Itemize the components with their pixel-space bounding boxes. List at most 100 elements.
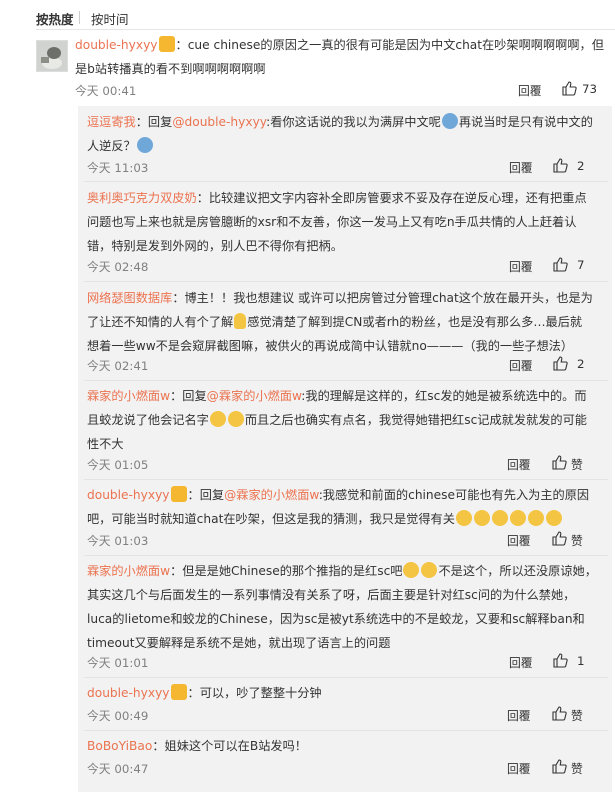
reply-text: ：回复 (187, 488, 225, 502)
reply-button[interactable]: 回覆 (507, 760, 531, 777)
reply-username[interactable]: 网络瑟图数据库 (87, 291, 172, 305)
reply-item: 霖家的小燃面w：回复@霖家的小燃面w:我的理解是这样的，红sc发的她是被系统选中… (87, 384, 607, 456)
thumbs-up-icon[interactable] (552, 256, 568, 272)
comment-text-line1: ：cue chinese的原因之一真的很有可能是因为中文chat在吵架啊啊啊啊啊… (175, 38, 604, 52)
reply-item: double-hyxyy ：可以，吵了整整十分钟 (87, 681, 607, 705)
reply-text: 而且之后也确实有点名，我觉得她错把红sc记成就发就发的可能 (244, 413, 587, 427)
sort-divider (79, 11, 80, 24)
thumbs-up-icon[interactable] (551, 454, 567, 470)
thumbs-up-icon[interactable] (551, 705, 567, 721)
like-count: 1 (577, 654, 585, 668)
doge-emoji-icon (441, 113, 458, 129)
mention-link[interactable]: @霖家的小燃面w (207, 389, 302, 403)
reply-item: 奥利奥巧克力双皮奶：比较建议把文字内容补全即房管要求不妥及存在逆反心理，还有把重… (87, 186, 607, 258)
cry-emoji-icon (545, 510, 562, 526)
reply-button[interactable]: 回覆 (509, 159, 533, 176)
like-count: 2 (577, 159, 585, 173)
thumbs-up-icon[interactable] (551, 530, 567, 546)
reply-button[interactable]: 回覆 (509, 654, 533, 671)
reply-button[interactable]: 回覆 (507, 456, 531, 473)
reply-text: ：但是是她Chinese的那个推指的是红sc吧 (170, 564, 403, 578)
reply-username[interactable]: double-hyxyy (87, 686, 170, 700)
laugh-emoji-icon (209, 411, 226, 427)
cry-emoji-icon (509, 510, 526, 526)
reply-text: 错，特别是发到外网的，别人巴不得你有把柄。 (87, 239, 343, 253)
like-label[interactable]: 赞 (571, 707, 583, 724)
reply-text: 其实这几个与后面发生的一系列事情没有关系了呀，后面主要是针对红sc问的为什么禁她… (87, 588, 576, 602)
fan-badge-icon (170, 486, 187, 502)
sort-by-time-tab[interactable]: 按时间 (91, 9, 129, 28)
reply-time: 今天 11:03 (87, 161, 149, 175)
reply-text: 问题也写上来也就是房管臆断的xsr和不友善，你这一发马上又有吃n手瓜共情的人上赶… (87, 215, 577, 229)
thumbs-up-icon[interactable] (561, 80, 577, 96)
comment-time: 今天 00:41 (75, 84, 137, 98)
reply-text: 不是这个，所以还没原谅她， (438, 564, 597, 578)
reply-username[interactable]: double-hyxyy (87, 488, 170, 502)
sort-bar: 按热度 按时间 (0, 0, 615, 36)
reply-time: 今天 00:47 (87, 762, 149, 776)
laugh-emoji-icon (227, 411, 244, 427)
fan-badge-icon (158, 36, 175, 52)
laugh-cry-emoji-icon (421, 562, 438, 578)
doge-emoji-icon (136, 137, 153, 153)
reply-button[interactable]: 回覆 (509, 258, 533, 275)
comment-text-line2: 是b站转播真的看不到啊啊啊啊啊啊 (75, 62, 266, 76)
reply-text: ：回复 (135, 115, 173, 129)
reply-text: ：博主！！我也想建议 或许可以把房管过分管理chat这个放在最开头，也是为 (172, 291, 593, 305)
avatar[interactable] (36, 40, 68, 72)
reply-time: 今天 02:41 (87, 359, 149, 373)
like-label[interactable]: 赞 (571, 760, 583, 777)
cry-emoji-icon (527, 510, 544, 526)
thumbs-up-icon[interactable] (552, 355, 568, 371)
reply-text: 感觉清楚了解到提CN或者rh的粉丝，也是没有那么多…最后就 (247, 315, 583, 329)
like-count: 73 (582, 82, 598, 96)
reply-divider (84, 555, 608, 556)
reply-divider (84, 730, 608, 731)
reply-divider (84, 181, 608, 182)
reply-text: :我的理解是这样的，红sc发的她是被系统选中的。而 (301, 389, 587, 403)
reply-time: 今天 01:05 (87, 458, 149, 472)
cry-emoji-icon (455, 510, 472, 526)
reply-button[interactable]: 回覆 (507, 707, 531, 724)
reply-username[interactable]: 霖家的小燃面w (87, 389, 170, 403)
reply-text: timeout又要解释是系统不是她，就出现了语言上的问题 (87, 636, 391, 650)
thumbs-up-icon[interactable] (552, 652, 568, 668)
like-count: 7 (577, 258, 585, 272)
reply-button[interactable]: 回覆 (518, 82, 542, 99)
thumbs-up-icon[interactable] (551, 758, 567, 774)
reply-text: luca的lietome和蛟龙的Chinese，因为sc是被yt系统选中的不是蛟… (87, 612, 585, 626)
reply-text: ：可以，吵了整整十分钟 (187, 686, 322, 700)
thumbs-up-icon[interactable] (552, 157, 568, 173)
sort-by-hot-tab[interactable]: 按热度 (36, 9, 74, 28)
reply-username[interactable]: 奥利奥巧克力双皮奶 (87, 191, 197, 205)
reply-text: ：姐妹这个可以在B站发吗！ (152, 739, 307, 753)
reply-divider (84, 479, 608, 480)
reply-text: 再说当时是只有说中文的 (458, 115, 593, 129)
reply-text: 吧，可能当时就知道chat在吵架，但这是我的猜测，我只是觉得有关 (87, 512, 455, 526)
mention-link[interactable]: @霖家的小燃面w (224, 488, 319, 502)
reply-text: 想着一些ww不是会窥屏截图嘛，被供火的再说成简中认错就no———（我的一些子想法… (87, 339, 574, 353)
mention-link[interactable]: @double-hyxyy (172, 115, 266, 129)
reply-item: 逗逗寄我：回复@double-hyxyy:看你这话说的我以为满屏中文呢 再说当时是… (87, 110, 607, 158)
reply-text: 且蛟龙说了他会记名字 (87, 413, 209, 427)
reply-button[interactable]: 回覆 (509, 357, 533, 374)
like-count: 2 (577, 357, 585, 371)
reply-button[interactable]: 回覆 (507, 532, 531, 549)
reply-username[interactable]: BoBoYiBao (87, 739, 152, 753)
reply-time: 今天 01:03 (87, 534, 149, 548)
reply-text: :我感觉和前面的chinese可能也有先入为主的原因 (318, 488, 590, 502)
reply-username[interactable]: 逗逗寄我 (87, 115, 136, 129)
like-label[interactable]: 赞 (571, 532, 583, 549)
reply-divider (84, 677, 608, 678)
reply-text: 人逆反？ (87, 139, 136, 153)
reply-item: BoBoYiBao：姐妹这个可以在B站发吗！ (87, 734, 607, 758)
lightbulb-emoji-icon (234, 313, 247, 329)
cry-emoji-icon (491, 510, 508, 526)
reply-time: 今天 02:48 (87, 260, 149, 274)
reply-time: 今天 01:01 (87, 656, 149, 670)
reply-username[interactable]: 霖家的小燃面w (87, 564, 170, 578)
comment-username[interactable]: double-hyxyy (75, 38, 158, 52)
like-label[interactable]: 赞 (571, 456, 583, 473)
reply-text: ：回复 (170, 389, 207, 403)
header-divider (36, 29, 615, 30)
